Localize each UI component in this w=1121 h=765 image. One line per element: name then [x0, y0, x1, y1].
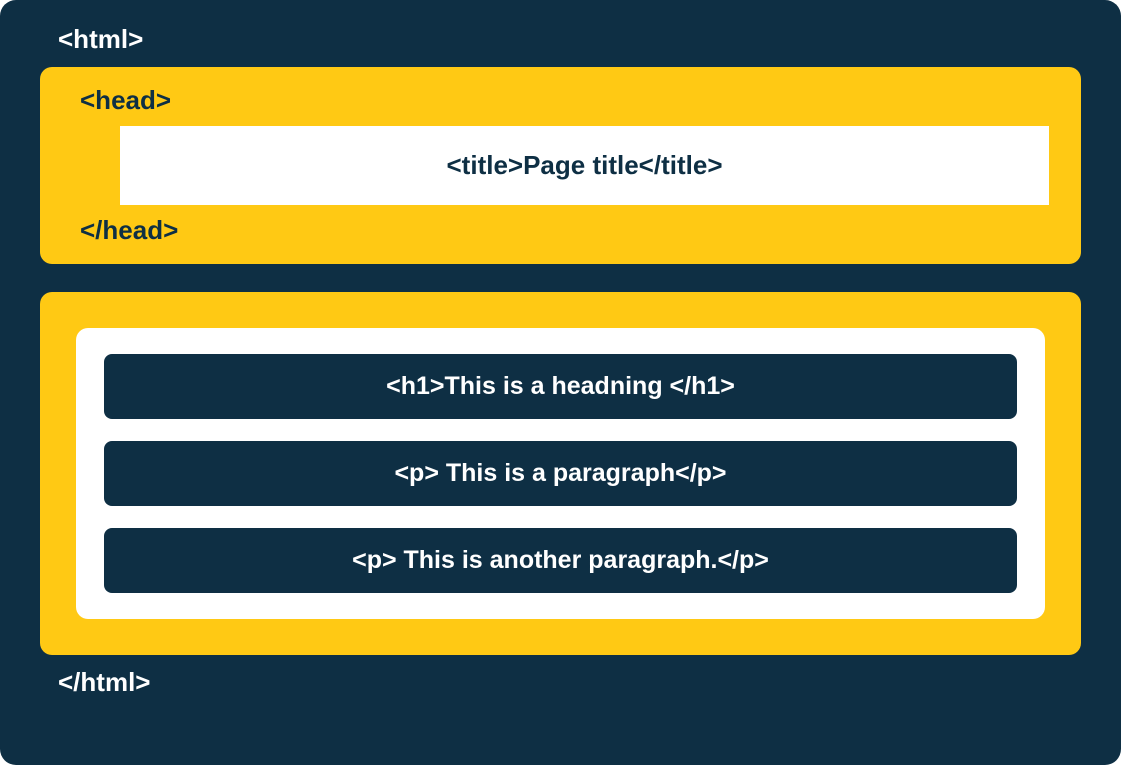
body-inner: <h1>This is a headning </h1> <p> This is…	[76, 328, 1045, 619]
p2-text: <p> This is another paragraph.</p>	[352, 546, 769, 574]
p2-row: <p> This is another paragraph.</p>	[104, 528, 1017, 593]
h1-row: <h1>This is a headning </h1>	[104, 354, 1017, 419]
html-open-tag: <html>	[58, 24, 1081, 55]
title-box: <title>Page title</title>	[120, 126, 1049, 205]
p1-text: <p> This is a paragraph</p>	[394, 459, 726, 487]
title-text: <title>Page title</title>	[447, 150, 723, 180]
p1-row: <p> This is a paragraph</p>	[104, 441, 1017, 506]
head-block: <head> <title>Page title</title> </head>	[40, 67, 1081, 264]
head-close-tag: </head>	[80, 215, 1049, 246]
head-open-tag: <head>	[80, 85, 1049, 116]
h1-text: <h1>This is a headning </h1>	[386, 372, 735, 400]
html-close-tag: </html>	[58, 667, 1081, 698]
body-block: <h1>This is a headning </h1> <p> This is…	[40, 292, 1081, 655]
html-container: <html> <head> <title>Page title</title> …	[0, 0, 1121, 765]
